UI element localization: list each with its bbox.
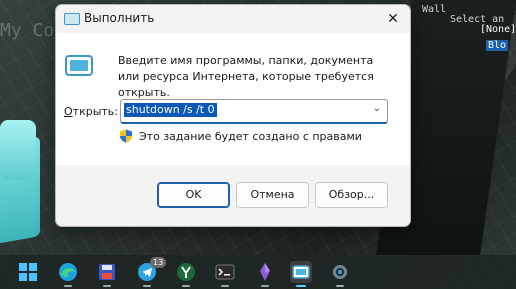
purple-crystal-icon bbox=[260, 263, 270, 281]
open-label-access-key: О bbox=[64, 105, 73, 118]
running-indicator bbox=[143, 285, 151, 287]
run-window-icon bbox=[292, 265, 310, 279]
uac-shield-icon bbox=[120, 129, 132, 143]
terminal-icon[interactable] bbox=[214, 261, 236, 287]
run-large-icon bbox=[65, 55, 93, 76]
running-indicator bbox=[221, 285, 229, 287]
notification-badge: 13 bbox=[150, 257, 167, 268]
windows-logo-icon bbox=[19, 263, 37, 281]
gear-icon bbox=[333, 265, 347, 279]
active-indicator bbox=[296, 285, 306, 287]
dialog-title: Выполнить bbox=[84, 11, 155, 25]
running-indicator bbox=[261, 285, 269, 287]
wallpaper-text: My Co bbox=[0, 20, 55, 41]
dialog-titlebar[interactable]: Выполнить ✕ bbox=[56, 5, 410, 33]
ok-button[interactable]: OK bbox=[157, 182, 230, 208]
running-indicator bbox=[103, 285, 111, 287]
crystal-icon[interactable] bbox=[254, 261, 276, 287]
command-combobox[interactable]: shutdown /s /t 0 ⌄ bbox=[120, 99, 388, 124]
running-indicator bbox=[336, 285, 344, 287]
close-icon: ✕ bbox=[387, 11, 399, 27]
run-dialog: Выполнить ✕ Введите имя программы, папки… bbox=[55, 4, 411, 227]
edge-icon[interactable] bbox=[57, 261, 79, 287]
dialog-description: Введите имя программы, папки, документа … bbox=[118, 54, 374, 99]
floppy-icon bbox=[99, 264, 115, 280]
running-indicator bbox=[64, 285, 72, 287]
terminal-logo-icon bbox=[215, 264, 235, 280]
dialog-body: Введите имя программы, папки, документа … bbox=[56, 33, 410, 165]
run-icon[interactable] bbox=[290, 261, 312, 287]
chevron-down-icon[interactable]: ⌄ bbox=[373, 103, 381, 114]
run-app-icon bbox=[64, 13, 80, 25]
wallpaper-panel-line: Wall bbox=[422, 4, 447, 15]
edge-logo-icon bbox=[59, 263, 77, 281]
close-button[interactable]: ✕ bbox=[376, 5, 410, 33]
open-label-text: ткрыть: bbox=[72, 105, 118, 118]
wallpaper-panel-line: Blo bbox=[486, 40, 509, 51]
command-input[interactable]: shutdown /s /t 0 bbox=[124, 103, 217, 117]
shield-app-icon bbox=[177, 263, 195, 281]
save-disk-icon[interactable] bbox=[96, 261, 118, 287]
open-label: Открыть: bbox=[64, 105, 118, 118]
telegram-icon[interactable]: 13 bbox=[136, 257, 167, 287]
taskbar: 13 bbox=[0, 255, 516, 289]
wallpaper-cube-top bbox=[0, 120, 36, 180]
cancel-button[interactable]: Отмена bbox=[236, 182, 309, 208]
running-indicator bbox=[182, 285, 190, 287]
wallpaper-panel-line: [None] bbox=[480, 24, 516, 35]
windows-start-icon[interactable] bbox=[17, 261, 39, 283]
settings-icon[interactable] bbox=[329, 261, 351, 287]
admin-rights-note: Это задание будет создано с правами bbox=[139, 130, 362, 143]
kaspersky-icon[interactable] bbox=[175, 261, 197, 287]
browse-button[interactable]: Обзор... bbox=[315, 182, 388, 208]
